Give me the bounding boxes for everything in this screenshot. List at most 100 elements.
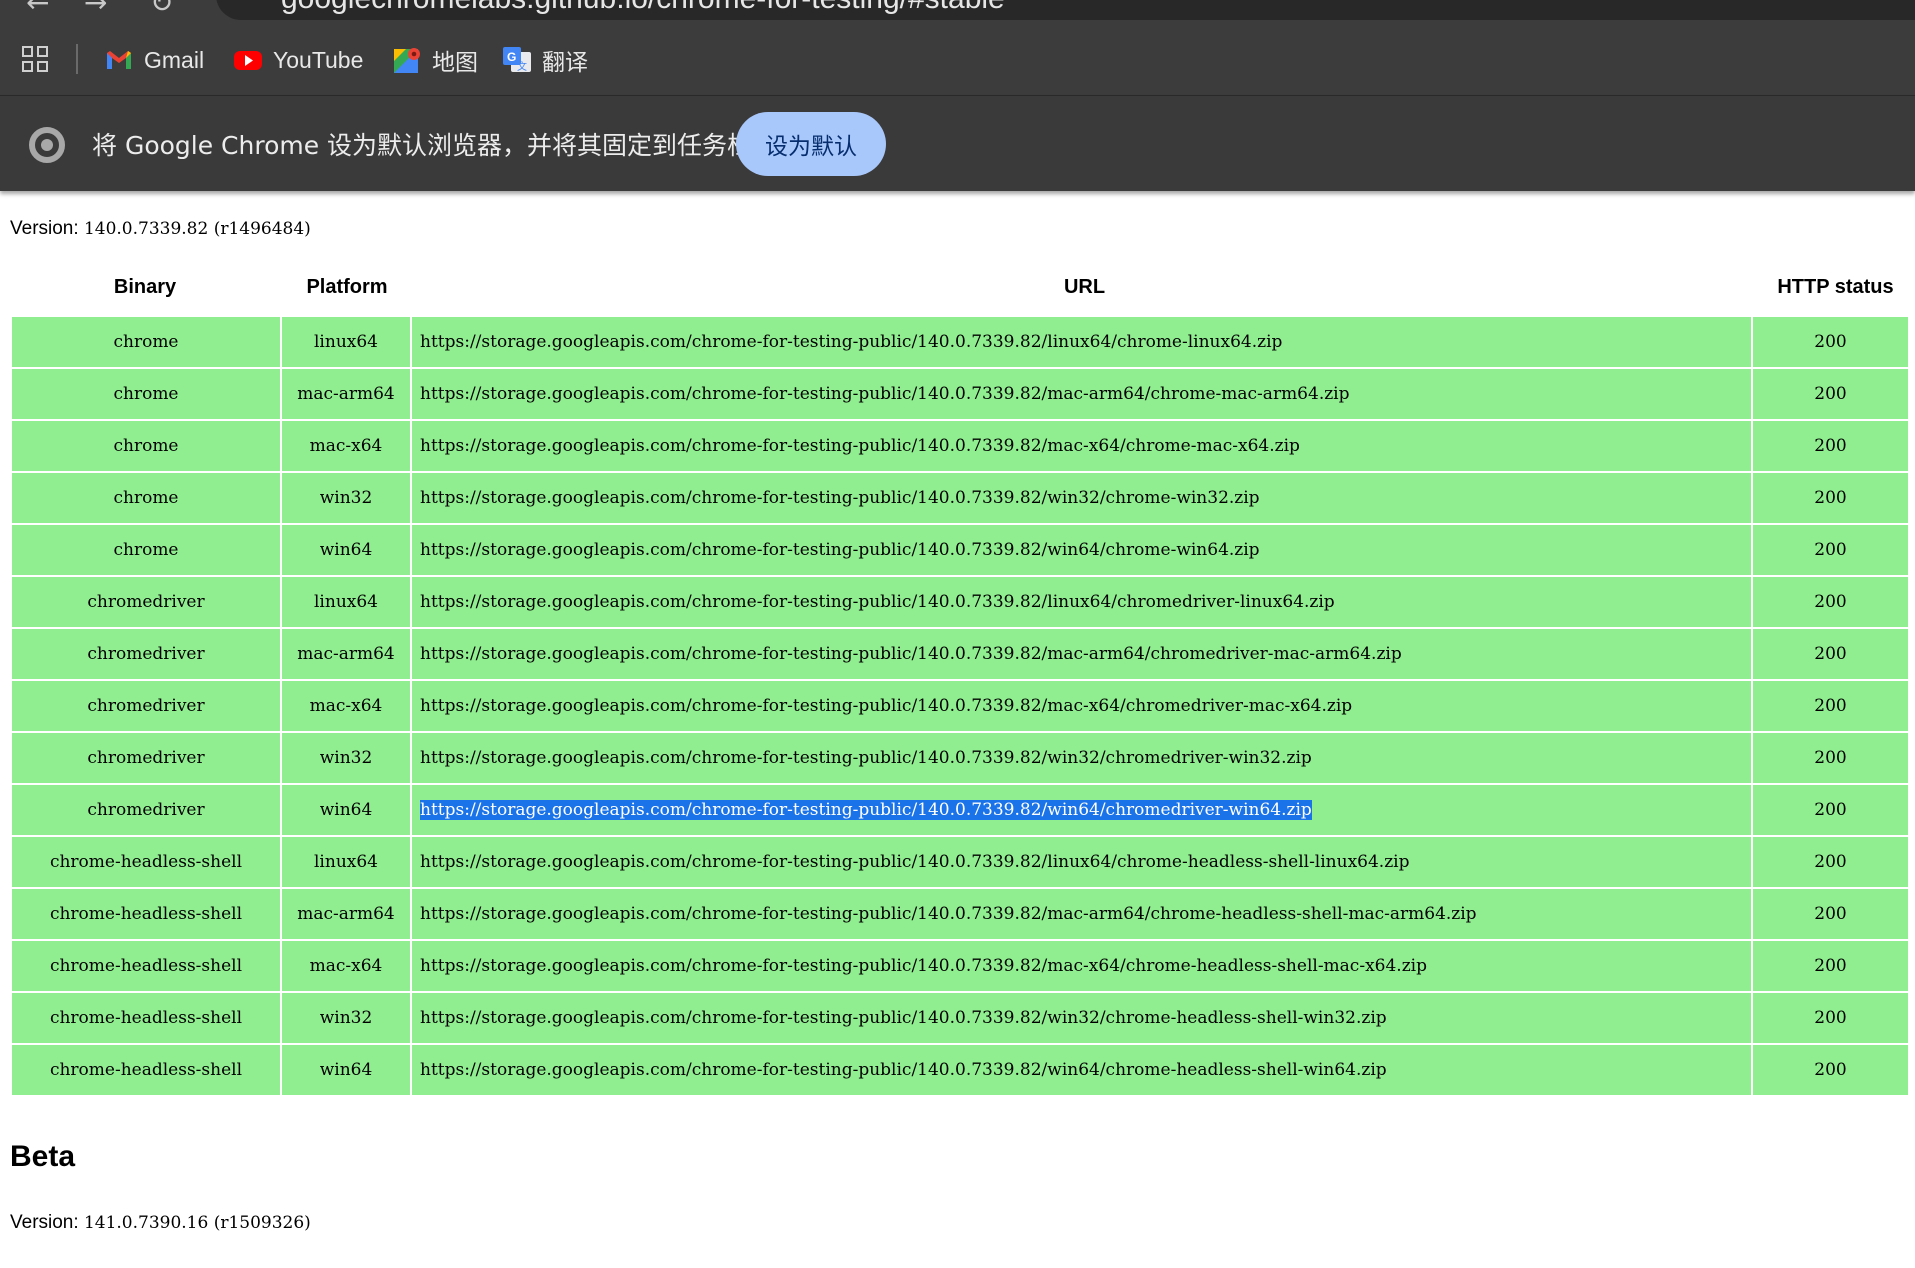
table-row: chrome mac-arm64 https://storage.googleapi… <box>12 369 1908 419</box>
bookmark-label: 翻译 <box>542 49 588 75</box>
status-cell: 200 <box>1753 317 1908 367</box>
download-url[interactable]: https://storage.googleapis.com/chrome-fo… <box>420 488 1260 508</box>
download-url[interactable]: https://storage.googleapis.com/chrome-fo… <box>420 384 1350 404</box>
address-bar[interactable]: googlechromelabs.github.io/chrome-for-te… <box>216 0 1915 20</box>
url-cell[interactable]: https://storage.googleapis.com/chrome-fo… <box>412 629 1751 679</box>
platform-cell: win64 <box>282 525 410 575</box>
binary-cell: chromedriver <box>12 577 280 627</box>
bookmark-gmail[interactable]: Gmail <box>104 42 204 78</box>
url-cell[interactable]: https://storage.googleapis.com/chrome-fo… <box>412 577 1751 627</box>
binary-cell-text: chrome <box>113 332 179 352</box>
download-url[interactable]: https://storage.googleapis.com/chrome-fo… <box>420 748 1312 768</box>
status-cell-text: 200 <box>1814 644 1847 664</box>
platform-cell: mac-arm64 <box>282 629 410 679</box>
platform-cell-text: mac-x64 <box>309 956 383 976</box>
platform-cell: mac-x64 <box>282 421 410 471</box>
download-url[interactable]: https://storage.googleapis.com/chrome-fo… <box>420 436 1300 456</box>
table-row: chromedriver win64 https://storage.googlea… <box>12 785 1908 835</box>
binary-cell: chrome-headless-shell <box>12 993 280 1043</box>
platform-cell-text: linux64 <box>314 332 378 352</box>
platform-cell-text: mac-arm64 <box>297 384 395 404</box>
url-cell[interactable]: https://storage.googleapis.com/chrome-fo… <box>412 681 1751 731</box>
bookmark-label: 地图 <box>432 49 478 75</box>
status-cell-text: 200 <box>1814 332 1847 352</box>
binary-cell: chrome-headless-shell <box>12 941 280 991</box>
binary-cell-text: chrome-headless-shell <box>49 852 243 872</box>
status-cell-text: 200 <box>1814 436 1847 456</box>
column-header-binary: Binary <box>113 276 177 298</box>
download-url[interactable]: https://storage.googleapis.com/chrome-fo… <box>420 904 1477 924</box>
url-cell[interactable]: https://storage.googleapis.com/chrome-fo… <box>412 785 1751 835</box>
address-bar-text[interactable]: googlechromelabs.github.io/chrome-for-te… <box>281 0 1005 16</box>
download-url[interactable]: https://storage.googleapis.com/chrome-fo… <box>420 1008 1387 1028</box>
platform-cell-text: linux64 <box>314 592 378 612</box>
status-cell-text: 200 <box>1814 384 1847 404</box>
beta-heading: Beta <box>10 1140 76 1173</box>
status-cell: 200 <box>1753 993 1908 1043</box>
bookmark-label: YouTube <box>273 46 364 73</box>
version-label: Version: <box>10 218 79 239</box>
binary-cell: chrome-headless-shell <box>12 837 280 887</box>
column-header-url: URL <box>1063 276 1106 298</box>
table-row: chrome win64 https://storage.googleapis.co… <box>12 525 1908 575</box>
youtube-icon <box>233 45 263 75</box>
table-row: chrome-headless-shell win32 https://storag… <box>12 993 1908 1043</box>
binary-cell-text: chromedriver <box>87 644 205 664</box>
back-icon[interactable]: ← <box>26 0 49 19</box>
url-cell[interactable]: https://storage.googleapis.com/chrome-fo… <box>412 1045 1751 1095</box>
column-header-http-status: HTTP status <box>1777 276 1894 298</box>
download-url[interactable]: https://storage.googleapis.com/chrome-fo… <box>420 644 1402 664</box>
translate-icon: G 文 <box>502 45 532 75</box>
url-cell[interactable]: https://storage.googleapis.com/chrome-fo… <box>412 837 1751 887</box>
status-cell: 200 <box>1753 681 1908 731</box>
status-cell: 200 <box>1753 629 1908 679</box>
url-cell[interactable]: https://storage.googleapis.com/chrome-fo… <box>412 369 1751 419</box>
platform-cell-text: win64 <box>319 800 373 820</box>
url-cell[interactable]: https://storage.googleapis.com/chrome-fo… <box>412 473 1751 523</box>
binary-cell-text: chrome-headless-shell <box>49 904 243 924</box>
table-row: chromedriver win32 https://storage.googlea… <box>12 733 1908 783</box>
platform-cell: mac-x64 <box>282 941 410 991</box>
binary-cell: chrome <box>12 317 280 367</box>
download-url[interactable]: https://storage.googleapis.com/chrome-fo… <box>420 592 1335 612</box>
binary-cell-text: chrome-headless-shell <box>49 1008 243 1028</box>
status-cell-text: 200 <box>1814 540 1847 560</box>
platform-cell-text: mac-arm64 <box>297 904 395 924</box>
bookmark-translate[interactable]: G 文 翻译 <box>502 42 588 78</box>
binary-cell: chromedriver <box>12 733 280 783</box>
status-cell-text: 200 <box>1814 1060 1847 1080</box>
download-url[interactable]: https://storage.googleapis.com/chrome-fo… <box>420 800 1312 820</box>
url-cell[interactable]: https://storage.googleapis.com/chrome-fo… <box>412 525 1751 575</box>
download-url[interactable]: https://storage.googleapis.com/chrome-fo… <box>420 852 1409 872</box>
apps-grid-icon[interactable] <box>22 46 50 74</box>
reload-icon[interactable]: ↻ <box>150 0 173 19</box>
svg-text:G: G <box>507 50 516 64</box>
set-default-button[interactable]: 设为默认 <box>736 112 886 176</box>
platform-cell: mac-arm64 <box>282 889 410 939</box>
download-url[interactable]: https://storage.googleapis.com/chrome-fo… <box>420 956 1427 976</box>
infobar-message: 将 Google Chrome 设为默认浏览器，并将其固定到任务栏 <box>92 131 753 160</box>
url-cell[interactable]: https://storage.googleapis.com/chrome-fo… <box>412 733 1751 783</box>
download-url[interactable]: https://storage.googleapis.com/chrome-fo… <box>420 332 1282 352</box>
binary-cell: chromedriver <box>12 681 280 731</box>
platform-cell-text: win64 <box>319 1060 373 1080</box>
bookmark-maps[interactable]: 地图 <box>392 42 478 78</box>
url-cell[interactable]: https://storage.googleapis.com/chrome-fo… <box>412 317 1751 367</box>
status-cell: 200 <box>1753 837 1908 887</box>
platform-cell-text: win32 <box>319 1008 373 1028</box>
url-cell[interactable]: https://storage.googleapis.com/chrome-fo… <box>412 421 1751 471</box>
table-row: chromedriver mac-x64 https://storage.googl… <box>12 681 1908 731</box>
url-cell[interactable]: https://storage.googleapis.com/chrome-fo… <box>412 941 1751 991</box>
table-row: chromedriver linux64 https://storage.googl… <box>12 577 1908 627</box>
status-cell: 200 <box>1753 941 1908 991</box>
bookmark-youtube[interactable]: YouTube <box>233 42 363 78</box>
status-cell: 200 <box>1753 525 1908 575</box>
binary-cell: chrome-headless-shell <box>12 889 280 939</box>
download-url[interactable]: https://storage.googleapis.com/chrome-fo… <box>420 696 1352 716</box>
download-url[interactable]: https://storage.googleapis.com/chrome-fo… <box>420 540 1260 560</box>
download-url[interactable]: https://storage.googleapis.com/chrome-fo… <box>420 1060 1387 1080</box>
binary-cell-text: chromedriver <box>87 800 205 820</box>
url-cell[interactable]: https://storage.googleapis.com/chrome-fo… <box>412 889 1751 939</box>
forward-icon[interactable]: → <box>84 0 107 19</box>
url-cell[interactable]: https://storage.googleapis.com/chrome-fo… <box>412 993 1751 1043</box>
